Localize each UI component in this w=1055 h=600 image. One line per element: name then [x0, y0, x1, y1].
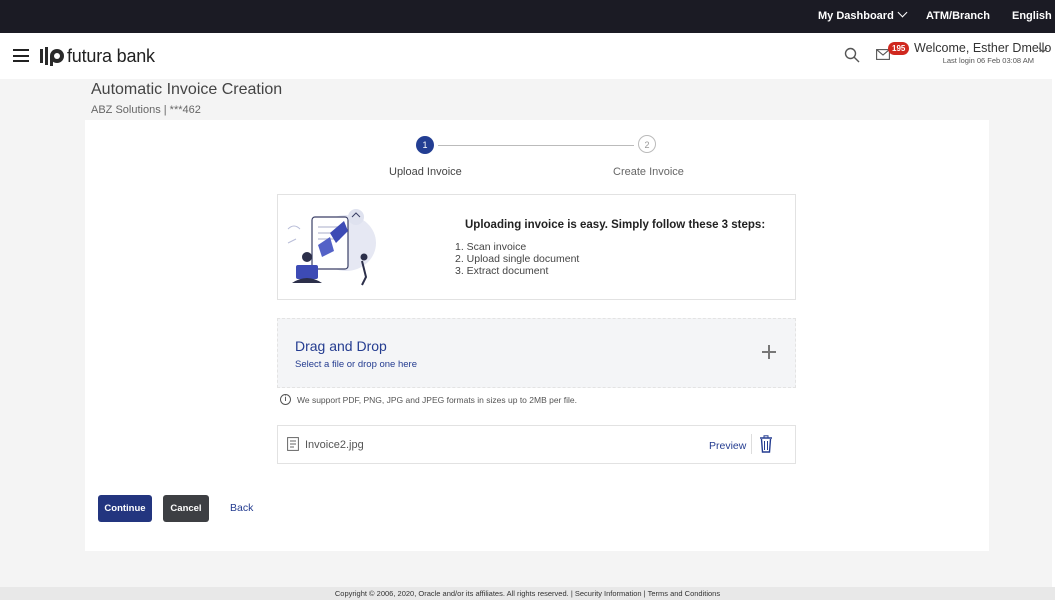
- terms-conditions-link[interactable]: Terms and Conditions: [648, 589, 721, 598]
- atm-branch-link[interactable]: ATM/Branch: [926, 0, 990, 33]
- copyright-text: Copyright © 2006, 2020, Oracle and/or it…: [334, 589, 569, 598]
- language-menu[interactable]: English: [1012, 0, 1055, 51]
- instruction-step: 2. Upload single document: [455, 253, 580, 265]
- last-login-text: Last login 06 Feb 03:08 AM: [942, 56, 1034, 65]
- footer: Copyright © 2006, 2020, Oracle and/or it…: [0, 587, 1055, 600]
- user-profile[interactable]: Welcome, Esther Dmello Last login 06 Feb…: [914, 41, 1052, 65]
- file-name: Invoice2.jpg: [305, 439, 364, 451]
- file-drop-zone[interactable]: Drag and Drop Select a file or drop one …: [277, 318, 796, 388]
- continue-button[interactable]: Continue: [98, 495, 152, 522]
- top-bar: My Dashboard ATM/Branch English: [0, 0, 1055, 51]
- cancel-button[interactable]: Cancel: [163, 495, 209, 522]
- my-dashboard-menu[interactable]: My Dashboard: [818, 0, 908, 33]
- drop-zone-title: Drag and Drop: [295, 338, 387, 354]
- instruction-step: 3. Extract document: [455, 265, 549, 277]
- delete-icon[interactable]: [758, 435, 774, 453]
- back-link[interactable]: Back: [230, 502, 253, 514]
- chevron-down-icon[interactable]: [1038, 45, 1048, 55]
- language-label: English: [1012, 10, 1052, 22]
- supported-formats-text: We support PDF, PNG, JPG and JPEG format…: [297, 394, 577, 405]
- preview-link[interactable]: Preview: [709, 440, 746, 452]
- supported-formats-note: i We support PDF, PNG, JPG and JPEG form…: [280, 394, 577, 405]
- welcome-text: Welcome, Esther Dmello: [914, 41, 1052, 55]
- instructions-title: Uploading invoice is easy. Simply follow…: [465, 219, 766, 231]
- document-icon: [287, 437, 299, 451]
- page-subtitle: ABZ Solutions | ***462: [91, 104, 201, 116]
- page-title: Automatic Invoice Creation: [91, 81, 283, 98]
- hamburger-menu-icon[interactable]: [13, 49, 29, 62]
- my-dashboard-label: My Dashboard: [818, 10, 894, 22]
- atm-branch-label: ATM/Branch: [926, 10, 990, 22]
- mailbox-button[interactable]: 195: [876, 42, 912, 66]
- instruction-step: 1. Scan invoice: [455, 241, 527, 253]
- header: futura bank 195 Welcome, Esther Dmello L…: [0, 33, 1055, 79]
- add-file-icon[interactable]: [762, 345, 776, 359]
- instructions-steps: 1. Scan invoice 2. Upload single documen…: [455, 241, 579, 277]
- step-connector: [438, 145, 634, 146]
- security-information-link[interactable]: Security Information: [575, 589, 642, 598]
- logo-text: futura bank: [67, 45, 155, 66]
- chevron-down-icon: [897, 7, 908, 18]
- step-2-indicator: 2: [638, 135, 656, 153]
- upload-illustration-icon: [287, 209, 376, 286]
- mail-count-badge: 195: [888, 42, 910, 55]
- divider: [751, 434, 752, 454]
- search-icon[interactable]: [844, 47, 860, 63]
- step-1-indicator: 1: [416, 136, 434, 154]
- drop-zone-subtitle[interactable]: Select a file or drop one here: [295, 359, 417, 370]
- uploaded-file-row: Invoice2.jpg Preview: [277, 425, 796, 464]
- step-2-label: Create Invoice: [613, 166, 684, 178]
- info-icon: i: [280, 394, 291, 405]
- step-1-label: Upload Invoice: [389, 166, 462, 178]
- main-card: 1 2 Upload Invoice Create Invoice Upload…: [85, 120, 989, 551]
- futura-logo-icon: [40, 47, 64, 66]
- stepper: 1 2 Upload Invoice Create Invoice: [85, 120, 989, 190]
- logo[interactable]: futura bank: [40, 45, 155, 67]
- upload-instructions-box: Uploading invoice is easy. Simply follow…: [277, 194, 796, 300]
